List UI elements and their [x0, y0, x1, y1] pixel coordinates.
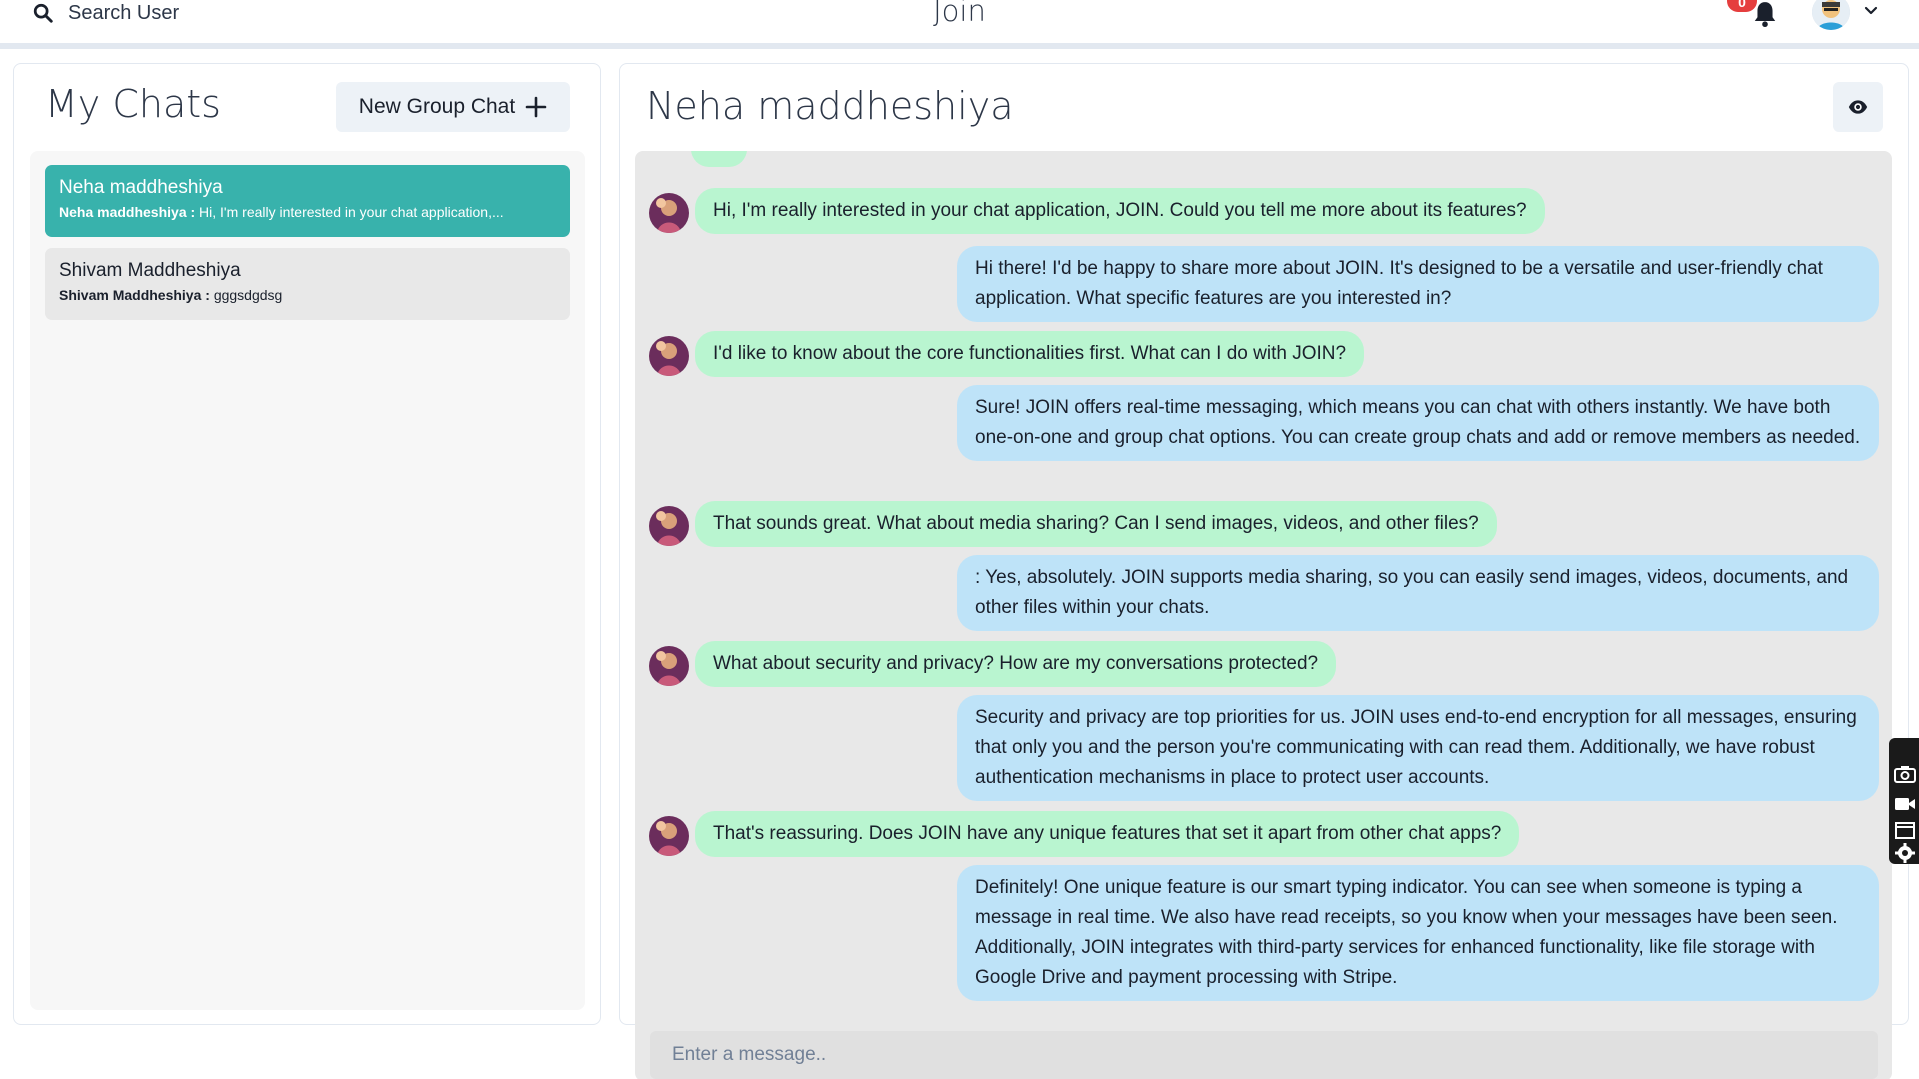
- chat-list-item[interactable]: Shivam Maddheshiya Shivam Maddheshiya : …: [45, 248, 570, 320]
- message-bubble-outgoing: Security and privacy are top priorities …: [957, 695, 1879, 801]
- my-chats-panel: My Chats New Group Chat Neha maddheshiya…: [13, 63, 601, 1025]
- conversation-title: Neha maddheshiya: [646, 84, 1014, 128]
- chat-list: Neha maddheshiya Neha maddheshiya : Hi, …: [30, 151, 585, 1010]
- message-bubble-incoming: I'd like to know about the core function…: [695, 331, 1365, 377]
- plus-icon: [525, 96, 547, 118]
- eye-icon: [1848, 100, 1868, 114]
- chevron-down-icon[interactable]: [1863, 2, 1879, 18]
- chat-preview: Neha maddheshiya : Hi, I'm really intere…: [59, 204, 556, 220]
- chat-preview-sender: Shivam Maddheshiya :: [59, 287, 214, 303]
- message-bubble-incoming: That's reassuring. Does JOIN have any un…: [695, 811, 1520, 857]
- message-bubble-incoming: Hi, I'm really interested in your chat a…: [695, 188, 1545, 234]
- app-title: Join: [933, 0, 986, 28]
- chat-preview-text: Hi, I'm really interested in your chat a…: [199, 204, 504, 220]
- my-chats-title: My Chats: [45, 82, 221, 126]
- sender-avatar: [649, 506, 689, 546]
- message-list: Hi, I'm really interested in your chat a…: [635, 151, 1892, 1079]
- chat-list-item[interactable]: Neha maddheshiya Neha maddheshiya : Hi, …: [45, 165, 570, 237]
- new-group-chat-button[interactable]: New Group Chat: [336, 82, 570, 132]
- chat-name: Neha maddheshiya: [59, 177, 223, 198]
- message-bubble-outgoing: : Yes, absolutely. JOIN supports media s…: [957, 555, 1879, 631]
- camera-icon[interactable]: [1893, 763, 1917, 785]
- sender-avatar: [649, 193, 689, 233]
- message-bubble-incoming: What about security and privacy? How are…: [695, 641, 1337, 687]
- new-group-chat-label: New Group Chat: [358, 95, 516, 118]
- window-icon[interactable]: [1893, 820, 1917, 842]
- message-bubble-incoming: That sounds great. What about media shar…: [695, 501, 1497, 547]
- view-profile-button[interactable]: [1833, 82, 1883, 132]
- video-icon[interactable]: [1893, 793, 1917, 815]
- chat-preview: Shivam Maddheshiya : gggsdgdsg: [59, 287, 556, 303]
- message-bubble-outgoing: Definitely! One unique feature is our sm…: [957, 865, 1879, 1001]
- chat-name: Shivam Maddheshiya: [59, 260, 241, 281]
- message-bubble-partial: [691, 151, 747, 167]
- chat-preview-text: gggsdgdsg: [213, 287, 283, 303]
- sender-avatar: [649, 816, 689, 856]
- message-input[interactable]: [650, 1031, 1878, 1079]
- chat-preview-sender: Neha maddheshiya :: [59, 204, 200, 220]
- message-bubble-outgoing: Hi there! I'd be happy to share more abo…: [957, 246, 1879, 322]
- top-bar: Search User Join 0: [0, 0, 1919, 49]
- message-bubble-outgoing: Sure! JOIN offers real-time messaging, w…: [957, 385, 1879, 461]
- screen-recorder-toolbar: [1889, 738, 1919, 864]
- conversation-panel: Neha maddheshiya Hi, I'm really interest…: [619, 63, 1909, 1079]
- sender-avatar: [649, 646, 689, 686]
- bell-icon[interactable]: [1752, 0, 1778, 28]
- sender-avatar: [649, 336, 689, 376]
- gear-icon[interactable]: [1893, 842, 1917, 864]
